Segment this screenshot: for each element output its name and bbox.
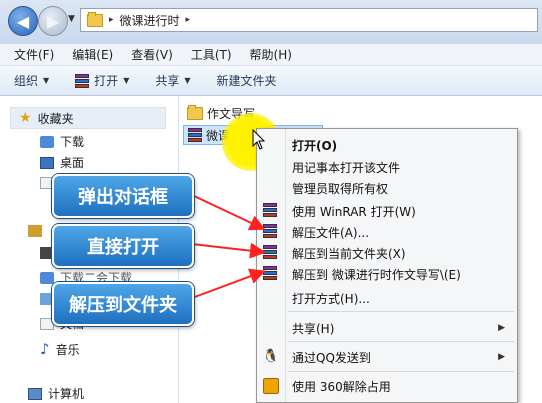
context-menu: 打开(O) 用记事本打开该文件 管理员取得所有权 使用 WinRAR 打开(W)… [256,128,518,403]
sidebar-item-label: 收藏夹 [37,111,74,126]
menu-tools[interactable]: 工具(T) [191,46,232,63]
menu-separator [288,341,514,342]
star-icon: ★ [19,110,32,126]
open-label: 打开 [94,74,119,88]
mouse-pointer-icon [252,129,266,150]
menu-file[interactable]: 文件(F) [14,46,54,63]
menu-item-extract-here[interactable]: 解压到当前文件夹(X) [292,243,406,263]
sidebar-item-label: 桌面 [60,156,85,170]
folder-icon [187,105,203,120]
menu-separator [288,371,514,372]
qq-penguin-icon: 🐧 [262,348,280,364]
open-button[interactable]: 打开 ▼ [75,72,129,89]
forward-arrow-icon: ▶ [46,11,60,31]
winrar-icon [263,266,279,282]
desktop-icon [40,156,54,169]
computer-icon [28,387,42,400]
menu-separator [288,311,514,312]
back-arrow-icon: ◀ [16,11,30,31]
caret-down-icon: ▼ [184,76,191,85]
chevron-right-icon: ▸ [109,15,114,25]
menu-item-send-qq[interactable]: 通过QQ发送到 [292,347,371,367]
forward-button[interactable]: ▶ [38,6,68,36]
caret-down-icon: ▼ [43,76,50,85]
winrar-icon [263,203,279,219]
new-folder-label: 新建文件夹 [216,74,277,88]
menu-help[interactable]: 帮助(H) [250,46,292,63]
submenu-arrow-icon: ▶ [498,352,505,362]
share-button[interactable]: 共享 ▼ [155,72,190,89]
menu-item-open-winrar[interactable]: 使用 WinRAR 打开(W) [292,201,416,221]
submenu-arrow-icon: ▶ [498,323,505,333]
sidebar-item-label: 音乐 [55,342,80,357]
share-label: 共享 [155,74,180,88]
menu-item-360-unlock[interactable]: 使用 360解除占用 [292,376,391,396]
music-note-icon: ♪ [40,340,50,358]
download-folder-icon [40,271,54,284]
sidebar-item-favorites[interactable]: ★ 收藏夹 [10,107,166,129]
sidebar-item-downloads[interactable]: 下载 [40,133,84,150]
callout-extract-folder: 解压到文件夹 [52,282,194,326]
menu-item-open-notepad[interactable]: 用记事本打开该文件 [292,157,400,177]
address-box[interactable]: ▸ 微课进行时 ▸ [80,8,538,32]
caret-down-icon: ▼ [123,76,130,85]
back-button[interactable]: ◀ [8,6,38,36]
address-bar-area: ◀ ▶ ▼ ▸ 微课进行时 ▸ [0,0,542,44]
library-icon [28,225,42,237]
winrar-icon [263,245,279,261]
sidebar-item-label: 计算机 [48,387,85,401]
download-folder-icon [40,135,54,148]
menu-item-extract-files[interactable]: 解压文件(A)... [292,222,369,242]
menu-item-open[interactable]: 打开(O) [292,135,337,155]
history-dropdown-icon[interactable]: ▼ [68,14,75,24]
winrar-icon [75,73,90,88]
menu-item-take-ownership[interactable]: 管理员取得所有权 [292,178,388,198]
new-folder-button[interactable]: 新建文件夹 [217,72,277,89]
callout-direct-open: 直接打开 [52,224,194,268]
sidebar-item-libraries[interactable] [28,225,42,237]
360-unlock-icon [263,378,279,394]
menu-item-open-with[interactable]: 打开方式(H)... [292,288,370,308]
menu-item-extract-to-folder[interactable]: 解压到 微课进行时作文导写\(E) [292,264,461,284]
sidebar-item-desktop[interactable]: 桌面 [40,154,84,171]
folder-icon [87,11,103,27]
menu-edit[interactable]: 编辑(E) [72,46,113,63]
breadcrumb-current[interactable]: 微课进行时 [120,12,180,29]
menu-bar: 文件(F) 编辑(E) 查看(V) 工具(T) 帮助(H) [0,44,542,66]
chevron-right-icon[interactable]: ▸ [186,15,191,25]
winrar-icon [263,224,279,240]
callout-dialog: 弹出对话框 [52,174,194,218]
organize-label: 组织 [14,74,39,88]
organize-button[interactable]: 组织 ▼ [14,72,49,89]
sidebar-item-label: 下载 [60,135,85,149]
sidebar-item-music[interactable]: ♪ 音乐 [40,340,80,358]
command-toolbar: 组织 ▼ 打开 ▼ 共享 ▼ 新建文件夹 [0,66,542,96]
menu-item-share[interactable]: 共享(H) [292,318,334,338]
sidebar-item-computer[interactable]: 计算机 [28,385,84,402]
menu-view[interactable]: 查看(V) [131,46,173,63]
rar-archive-icon [188,128,202,142]
